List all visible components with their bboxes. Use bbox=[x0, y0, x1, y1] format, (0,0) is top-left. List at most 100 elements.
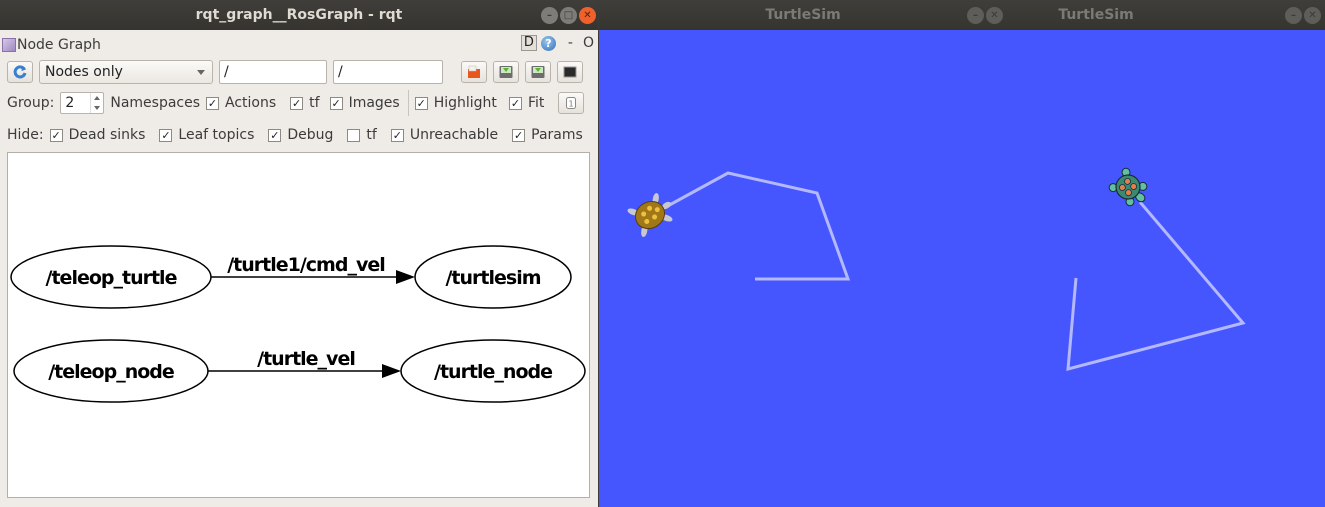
save-dot-button[interactable] bbox=[493, 61, 519, 83]
hide-tf-label: tf bbox=[366, 127, 377, 143]
hide-tf-checkbox[interactable] bbox=[347, 128, 361, 142]
unreachable-label: Unreachable bbox=[409, 127, 499, 143]
close-button[interactable]: ✕ bbox=[1304, 7, 1321, 24]
turtlesim-window-2: TurtleSim – ✕ bbox=[1007, 0, 1325, 507]
dock-button[interactable]: D bbox=[520, 35, 537, 51]
debug-label: Debug bbox=[287, 127, 334, 143]
edge-label: /turtle1/cmd_vel bbox=[227, 254, 385, 276]
node-label: /turtlesim bbox=[445, 267, 540, 289]
chevron-down-icon bbox=[197, 69, 205, 75]
pen-trail bbox=[663, 171, 851, 281]
turtle-path-svg bbox=[627, 171, 851, 281]
save-icon bbox=[531, 66, 545, 78]
highlight-checkbox[interactable]: ✓ bbox=[414, 96, 428, 110]
graph-node[interactable]: /teleop_turtle bbox=[10, 245, 212, 309]
spin-up-icon[interactable] bbox=[94, 96, 101, 100]
edge-label: /turtle_vel bbox=[257, 348, 355, 370]
images-checkbox[interactable]: ✓ bbox=[329, 96, 343, 110]
window-title: TurtleSim bbox=[765, 7, 841, 23]
plugin-header: Node Graph bbox=[2, 36, 598, 54]
tf-label: tf bbox=[309, 95, 320, 111]
graph-canvas[interactable]: /teleop_turtle /turtlesim /teleop_node /… bbox=[7, 152, 590, 498]
fit-label: Fit bbox=[527, 95, 545, 111]
window-title: TurtleSim bbox=[1058, 7, 1134, 23]
graph-edge[interactable]: /turtle_vel bbox=[208, 348, 401, 378]
namespaces-label: Namespaces bbox=[110, 95, 201, 111]
fit-view-icon: 1 bbox=[566, 97, 577, 109]
options-row: Group: 2 Namespaces ✓ Actions ✓ tf ✓ Ima… bbox=[7, 90, 598, 116]
graph-type-value: Nodes only bbox=[45, 64, 123, 80]
hide-row: Hide: ✓ Dead sinks ✓ Leaf topics ✓ Debug… bbox=[7, 124, 598, 146]
debug-checkbox[interactable]: ✓ bbox=[268, 128, 282, 142]
highlight-label: Highlight bbox=[433, 95, 497, 111]
dead-sinks-checkbox[interactable]: ✓ bbox=[49, 128, 63, 142]
params-checkbox[interactable]: ✓ bbox=[512, 128, 526, 142]
tf-checkbox[interactable]: ✓ bbox=[290, 96, 304, 110]
help-icon[interactable]: ? bbox=[540, 35, 556, 51]
spin-arrows[interactable] bbox=[90, 93, 103, 113]
arrowhead-icon bbox=[382, 364, 401, 378]
rqt-content: Node Graph D ? - O Nodes only / / Group:… bbox=[0, 30, 598, 507]
graph-type-select[interactable]: Nodes only bbox=[39, 60, 213, 84]
screen-icon bbox=[563, 66, 577, 78]
close-button[interactable]: ✕ bbox=[579, 7, 596, 24]
arrowhead-icon bbox=[396, 270, 415, 284]
topic-filter-input[interactable]: / bbox=[333, 60, 443, 84]
spin-down-icon[interactable] bbox=[94, 106, 101, 110]
node-filter-input[interactable]: / bbox=[219, 60, 327, 84]
leaf-topics-label: Leaf topics bbox=[178, 127, 255, 143]
turtlesim-window-1: TurtleSim – ✕ bbox=[599, 0, 1007, 507]
turtle-path-svg bbox=[1066, 167, 1246, 371]
group-label: Group: bbox=[7, 95, 55, 111]
actions-label: Actions bbox=[225, 95, 277, 111]
unreachable-checkbox[interactable]: ✓ bbox=[390, 128, 404, 142]
turtlesim-titlebar[interactable]: TurtleSim – ✕ bbox=[1007, 0, 1325, 30]
graph-node[interactable]: /teleop_node bbox=[13, 339, 209, 403]
refresh-icon bbox=[13, 65, 27, 79]
group-value: 2 bbox=[65, 95, 75, 111]
svg-text:1: 1 bbox=[569, 100, 574, 109]
turtlesim-canvas bbox=[599, 30, 1007, 507]
turtle-icon bbox=[627, 193, 673, 237]
minimize-button[interactable]: – bbox=[541, 7, 558, 24]
rqt-window: rqt_graph__RosGraph - rqt – □ ✕ Node Gra… bbox=[0, 0, 598, 507]
close-button[interactable]: ✕ bbox=[986, 7, 1003, 24]
separator bbox=[407, 90, 409, 116]
dead-sinks-label: Dead sinks bbox=[68, 127, 146, 143]
hide-label: Hide: bbox=[7, 127, 44, 143]
leaf-topics-checkbox[interactable]: ✓ bbox=[159, 128, 173, 142]
load-dot-button[interactable] bbox=[461, 61, 487, 83]
graph-edge[interactable]: /turtle1/cmd_vel bbox=[211, 254, 415, 284]
folder-icon bbox=[468, 65, 480, 78]
save-image-button[interactable] bbox=[557, 61, 583, 83]
close-plugin-button[interactable]: O bbox=[583, 35, 594, 51]
actions-checkbox[interactable]: ✓ bbox=[206, 96, 220, 110]
images-label: Images bbox=[348, 95, 400, 111]
graph-toolbar: Nodes only / / bbox=[7, 60, 598, 84]
graph-node[interactable]: /turtle_node bbox=[400, 339, 586, 403]
node-label: /teleop_node bbox=[48, 361, 174, 383]
save-icon bbox=[499, 66, 513, 78]
turtlesim-canvas bbox=[1007, 30, 1325, 507]
pen-trail bbox=[1066, 201, 1246, 371]
turtlesim-titlebar[interactable]: TurtleSim – ✕ bbox=[599, 0, 1007, 30]
save-svg-button[interactable] bbox=[525, 61, 551, 83]
plugin-title: Node Graph bbox=[17, 37, 101, 53]
params-label: Params bbox=[531, 127, 583, 143]
plugin-icon bbox=[2, 38, 16, 52]
graph-node[interactable]: /turtlesim bbox=[414, 245, 572, 309]
group-spinbox[interactable]: 2 bbox=[60, 92, 105, 114]
graph-svg: /teleop_turtle /turtlesim /teleop_node /… bbox=[10, 245, 586, 403]
minimize-button[interactable]: – bbox=[1285, 7, 1302, 24]
window-title: rqt_graph__RosGraph - rqt bbox=[195, 7, 403, 23]
turtle-icon bbox=[1108, 167, 1148, 207]
maximize-button[interactable]: □ bbox=[560, 7, 577, 24]
node-label: /teleop_turtle bbox=[46, 267, 177, 289]
rqt-titlebar[interactable]: rqt_graph__RosGraph - rqt – □ ✕ bbox=[0, 0, 598, 30]
minimize-button[interactable]: – bbox=[967, 7, 984, 24]
fit-in-view-button[interactable]: 1 bbox=[558, 92, 585, 114]
fit-checkbox[interactable]: ✓ bbox=[508, 96, 522, 110]
minimize-plugin-button[interactable]: - bbox=[568, 35, 573, 51]
refresh-button[interactable] bbox=[7, 61, 33, 83]
plugin-controls: D ? - O bbox=[520, 35, 594, 51]
